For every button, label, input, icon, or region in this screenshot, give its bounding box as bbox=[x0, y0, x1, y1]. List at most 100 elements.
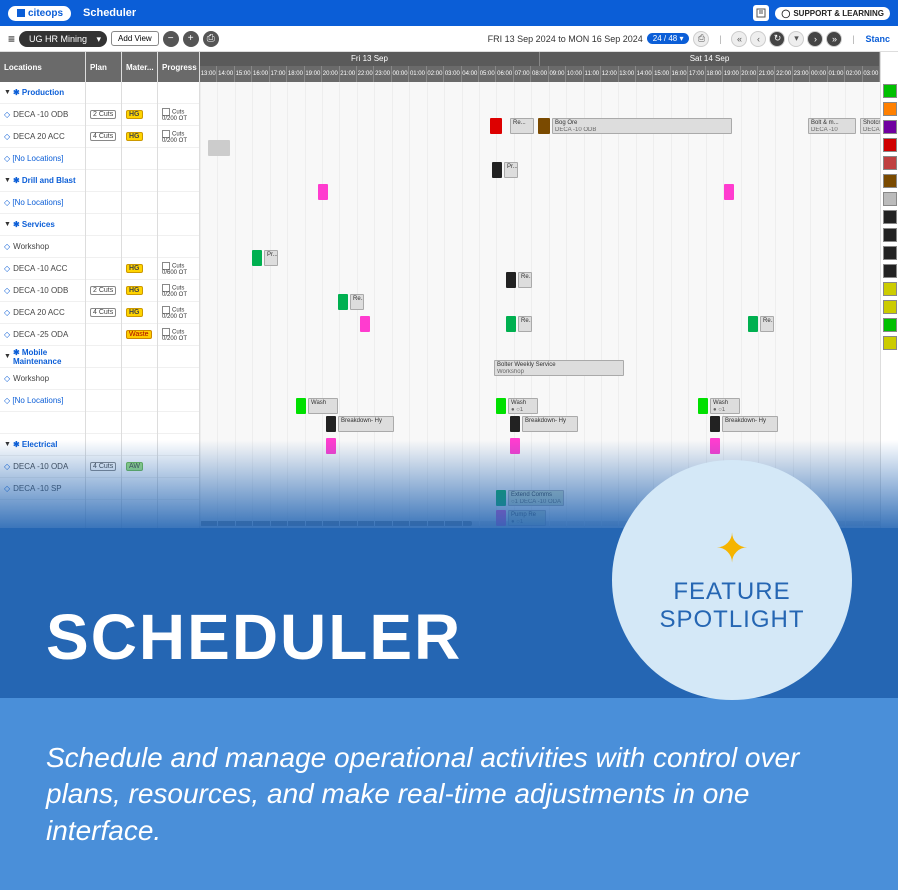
gantt-task[interactable] bbox=[698, 398, 708, 414]
legend-swatch[interactable] bbox=[883, 138, 897, 152]
grid-row[interactable]: ▼✱ Mobile Maintenance bbox=[0, 346, 85, 368]
grid-row[interactable] bbox=[122, 390, 157, 412]
grid-row[interactable] bbox=[158, 214, 199, 236]
grid-row[interactable] bbox=[158, 390, 199, 412]
gantt-task[interactable]: Breakdown- Hy bbox=[522, 416, 578, 432]
grid-row[interactable]: Waste bbox=[122, 324, 157, 346]
grid-row[interactable] bbox=[122, 346, 157, 368]
grid-row[interactable] bbox=[86, 170, 121, 192]
legend-swatch[interactable] bbox=[883, 246, 897, 260]
grid-row[interactable]: ◇DECA -25 ODA bbox=[0, 324, 85, 346]
grid-row[interactable]: 4 Cuts bbox=[86, 126, 121, 148]
gantt-task[interactable]: Breakdown- Hy bbox=[338, 416, 394, 432]
nav-next[interactable]: › bbox=[807, 31, 823, 47]
gantt-task[interactable]: Wash● ○1 bbox=[710, 398, 740, 414]
gantt-task[interactable]: Re... bbox=[760, 316, 774, 332]
grid-row[interactable] bbox=[158, 412, 199, 434]
grid-row[interactable] bbox=[86, 82, 121, 104]
grid-row[interactable] bbox=[122, 368, 157, 390]
grid-row[interactable] bbox=[0, 412, 85, 434]
gantt-task[interactable]: Re... bbox=[518, 272, 532, 288]
gantt-task[interactable]: Re... bbox=[510, 118, 534, 134]
grid-row[interactable]: 4 Cuts bbox=[86, 302, 121, 324]
grid-row[interactable]: Cuts 0/200 OT bbox=[158, 104, 199, 126]
print-button[interactable]: ⎙ bbox=[203, 31, 219, 47]
print-icon[interactable]: ⎙ bbox=[693, 31, 709, 47]
grid-row[interactable] bbox=[86, 214, 121, 236]
gantt-task[interactable] bbox=[492, 162, 502, 178]
gantt-task[interactable] bbox=[538, 118, 550, 134]
grid-row[interactable]: Cuts 0/600 OT bbox=[158, 258, 199, 280]
gantt-task[interactable] bbox=[252, 250, 262, 266]
grid-row[interactable]: ◇Workshop bbox=[0, 236, 85, 258]
grid-row[interactable]: ◇DECA -10 ODB bbox=[0, 104, 85, 126]
grid-row[interactable]: ▼✱ Services bbox=[0, 214, 85, 236]
gantt-task[interactable] bbox=[506, 316, 516, 332]
grid-row[interactable] bbox=[122, 412, 157, 434]
grid-row[interactable] bbox=[86, 258, 121, 280]
legend-swatch[interactable] bbox=[883, 318, 897, 332]
legend-swatch[interactable] bbox=[883, 156, 897, 170]
grid-row[interactable] bbox=[86, 324, 121, 346]
grid-row[interactable]: ▼✱ Drill and Blast bbox=[0, 170, 85, 192]
grid-row[interactable] bbox=[86, 192, 121, 214]
add-view-button[interactable]: Add View bbox=[111, 31, 159, 46]
grid-row[interactable]: ▼✱ Production bbox=[0, 82, 85, 104]
grid-row[interactable]: Cuts 0/200 OT bbox=[158, 126, 199, 148]
nav-refresh[interactable]: ↻ bbox=[769, 31, 785, 47]
legend-swatch[interactable] bbox=[883, 300, 897, 314]
gantt-task[interactable]: Re... bbox=[350, 294, 364, 310]
legend-swatch[interactable] bbox=[883, 264, 897, 278]
grid-row[interactable]: HG bbox=[122, 258, 157, 280]
grid-row[interactable]: HG bbox=[122, 104, 157, 126]
gantt-task[interactable] bbox=[208, 140, 230, 156]
counter-pill[interactable]: 24 / 48 ▾ bbox=[647, 33, 690, 44]
grid-row[interactable] bbox=[158, 346, 199, 368]
grid-row[interactable] bbox=[158, 82, 199, 104]
gantt-task[interactable] bbox=[360, 316, 370, 332]
grid-row[interactable]: 2 Cuts bbox=[86, 104, 121, 126]
legend-swatch[interactable] bbox=[883, 192, 897, 206]
grid-row[interactable] bbox=[122, 148, 157, 170]
grid-row[interactable] bbox=[86, 148, 121, 170]
grid-row[interactable]: Cuts 0/200 OT bbox=[158, 280, 199, 302]
grid-row[interactable]: ◇Workshop bbox=[0, 368, 85, 390]
grid-row[interactable] bbox=[122, 170, 157, 192]
gantt-task[interactable] bbox=[338, 294, 348, 310]
legend-swatch[interactable] bbox=[883, 282, 897, 296]
legend-swatch[interactable] bbox=[883, 84, 897, 98]
grid-row[interactable]: Cuts 0/200 OT bbox=[158, 324, 199, 346]
grid-row[interactable] bbox=[122, 214, 157, 236]
grid-row[interactable] bbox=[86, 412, 121, 434]
grid-row[interactable] bbox=[158, 368, 199, 390]
gantt-task[interactable] bbox=[318, 184, 328, 200]
legend-swatch[interactable] bbox=[883, 228, 897, 242]
zoom-out-button[interactable]: − bbox=[163, 31, 179, 47]
grid-row[interactable] bbox=[122, 236, 157, 258]
grid-row[interactable]: Cuts 0/200 OT bbox=[158, 302, 199, 324]
site-select[interactable]: UG HR Mining bbox=[19, 31, 107, 47]
zoom-in-button[interactable]: + bbox=[183, 31, 199, 47]
gantt-task[interactable] bbox=[510, 416, 520, 432]
gantt-task[interactable]: Bolter Weekly ServiceWorkshop bbox=[494, 360, 624, 376]
grid-row[interactable] bbox=[122, 82, 157, 104]
grid-row[interactable] bbox=[158, 236, 199, 258]
grid-row[interactable] bbox=[86, 390, 121, 412]
legend-swatch[interactable] bbox=[883, 336, 897, 350]
grid-row[interactable] bbox=[86, 368, 121, 390]
grid-row[interactable] bbox=[86, 346, 121, 368]
grid-row[interactable] bbox=[158, 192, 199, 214]
grid-row[interactable]: ◇DECA 20 ACC bbox=[0, 302, 85, 324]
grid-row[interactable] bbox=[158, 148, 199, 170]
nav-last[interactable]: » bbox=[826, 31, 842, 47]
gantt-task[interactable] bbox=[496, 398, 506, 414]
nav-prev[interactable]: ‹ bbox=[750, 31, 766, 47]
grid-row[interactable] bbox=[122, 192, 157, 214]
gantt-task[interactable]: Bog OreDECA -10 ODB bbox=[552, 118, 732, 134]
gantt-task[interactable] bbox=[296, 398, 306, 414]
gantt-task[interactable] bbox=[506, 272, 516, 288]
grid-row[interactable] bbox=[86, 236, 121, 258]
support-button[interactable]: ◯ SUPPORT & LEARNING bbox=[775, 7, 890, 20]
gantt-task[interactable]: Re... bbox=[518, 316, 532, 332]
grid-row[interactable]: ◇ [No Locations] bbox=[0, 192, 85, 214]
